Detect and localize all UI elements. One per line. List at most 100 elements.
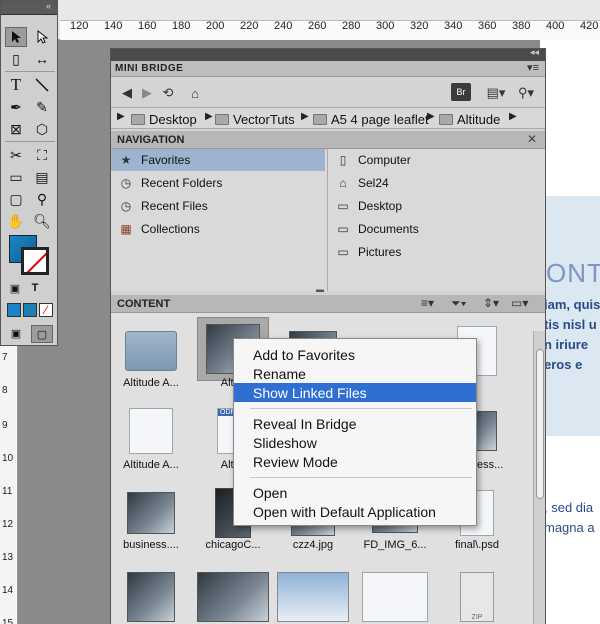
nav-item-documents[interactable]: ▭ Documents [328,218,545,240]
free-transform-tool[interactable]: ⛶ [31,145,53,165]
apply-none-swatch[interactable]: ⁄ [39,303,53,317]
go-to-bridge-button[interactable]: Br [451,83,471,101]
nav-item-desktop[interactable]: ▭ Desktop [328,195,545,217]
direct-selection-tool[interactable] [31,27,53,47]
panel-menu-icon[interactable]: ▾≡ [527,61,539,74]
stroke-swatch[interactable] [21,247,49,275]
close-icon[interactable]: ✕ [527,132,537,146]
thumbnail[interactable] [197,565,269,624]
gradient-tool[interactable]: ▭ [5,167,27,187]
formatting-text-button[interactable]: T [27,281,43,295]
normal-view-button[interactable]: ▣ [7,325,25,341]
selection-tool[interactable] [5,27,27,47]
menu-item-add-to-favorites[interactable]: Add to Favorites [234,345,476,364]
breadcrumb-item[interactable]: Altitude [439,111,500,127]
hand-icon: ✋ [7,212,25,229]
note-tool[interactable]: ▢ [5,189,27,209]
scissors-tool[interactable]: ✂ [5,145,27,165]
apply-color-button[interactable]: ▣ [7,281,23,295]
collapse-icon[interactable]: « [46,1,51,11]
menu-item-rename[interactable]: Rename [234,364,476,383]
ruler-label: 160 [138,20,157,32]
thumbnail[interactable] [115,565,187,624]
ruler-label: 120 [70,20,89,32]
filter-icon[interactable]: ⏷▾ [451,296,466,311]
back-button[interactable]: ◀ [119,83,135,103]
nav-item-recent-folders[interactable]: ◷ Recent Folders [111,172,325,194]
tools-menu-icon[interactable]: ▭▾ [511,296,528,310]
panel-view-button[interactable]: ▤▾ [483,83,509,103]
scrollbar-thumb[interactable] [536,349,544,499]
search-button[interactable]: ⚲▾ [513,83,539,103]
breadcrumb-item[interactable]: VectorTuts [215,111,295,127]
gap-tool[interactable]: ↔ [31,49,53,69]
transform-icon: ⛶ [37,146,47,163]
content-scrollbar[interactable] [533,331,545,624]
thumbnail[interactable] [115,319,187,383]
nav-item-favorites[interactable]: ★ Favorites [111,149,325,171]
line-tool[interactable] [31,75,53,95]
pen-tool[interactable]: ✒ [5,97,27,117]
menu-item-show-linked-files[interactable]: Show Linked Files [234,383,476,402]
forward-button[interactable]: ▶ [139,83,155,103]
menu-item-open[interactable]: Open [234,483,476,502]
eyedropper-tool[interactable]: ⚲ [31,189,53,209]
pencil-tool[interactable]: ✎ [31,97,53,117]
zoom-tool[interactable]: 🔍︎ [31,211,53,231]
resize-grip-icon[interactable]: ▬ [316,285,324,294]
zip-icon: ZIP [460,572,494,622]
thumbnail-label: czz4.jpg [292,539,334,551]
mini-bridge-panel[interactable]: ◂◂ MINI BRIDGE ▾≡ ◀ ▶ ⟲ ⌂ Br ▤▾ ⚲▾ ▶ Des… [110,47,546,624]
nav-item-collections[interactable]: ▦ Collections [111,218,325,240]
nav-item-recent-files[interactable]: ◷ Recent Files [111,195,325,217]
menu-separator [250,477,472,478]
ruler-label: 180 [172,20,191,32]
navigation-header[interactable]: NAVIGATION ✕ [111,131,545,149]
folder-icon [125,331,177,371]
view-options-icon[interactable]: ≡▾ [421,296,434,310]
photo-thumbnail [127,572,175,622]
ruler-label: 8 [2,385,8,396]
page-tool[interactable]: ▯ [5,49,27,69]
thumbnail[interactable] [115,399,187,463]
ruler-label: 7 [2,352,8,363]
thumbnail[interactable] [359,565,431,624]
thumbnail-label: final\.psd [454,539,500,551]
menu-item-review-mode[interactable]: Review Mode [234,452,476,471]
nav-item-user[interactable]: ⌂ Sel24 [328,172,545,194]
menu-item-slideshow[interactable]: Slideshow [234,433,476,452]
menu-item-reveal-in-bridge[interactable]: Reveal In Bridge [234,414,476,433]
document-page[interactable]: ONTO iam, quistis nisl un iriureeros e ,… [540,40,600,624]
apply-gradient-swatch[interactable] [23,303,37,317]
tools-panel[interactable]: « ▯ ↔ T ✒ ✎ ⊠ ⬡ ✂ ⛶ ▭ ▤ ▢ ⚲ ✋ 🔍︎ ▣ T ⁄ ▣… [0,0,58,346]
ruler-label: 140 [104,20,123,32]
navigation-right-list: ▯ Computer ⌂ Sel24 ▭ Desktop ▭ Documents ▭ Pi… [327,149,545,291]
thumbnail[interactable] [115,481,187,545]
breadcrumb-item[interactable]: Desktop [131,111,197,127]
recent-button[interactable]: ⟲ [157,83,179,103]
home-button[interactable]: ⌂ [185,83,205,103]
panel-grip[interactable]: ◂◂ [111,47,545,61]
nav-item-pictures[interactable]: ▭ Pictures [328,241,545,263]
thumbnail[interactable]: ZIP [441,565,513,624]
menu-item-open-with-default-application[interactable]: Open with Default Application [234,502,476,521]
bridge-icon: Br [456,87,466,97]
sort-icon[interactable]: ⇕▾ [483,296,499,310]
rectangle-frame-tool[interactable]: ⊠ [5,119,27,139]
type-tool[interactable]: T [5,75,27,95]
breadcrumb-separator-icon: ▶ [427,111,435,122]
thumbnail[interactable] [277,565,349,624]
hand-tool[interactable]: ✋ [5,211,27,231]
polygon-tool[interactable]: ⬡ [31,119,53,139]
breadcrumb-item[interactable]: A5 4 page leaflet [313,111,429,127]
collapse-icon[interactable]: ◂◂ [530,47,539,58]
content-header[interactable]: CONTENT ≡▾ ⏷▾ ⇕▾ ▭▾ [111,295,545,313]
tools-panel-titlebar[interactable]: « [1,1,57,15]
preview-mode-button[interactable]: ▢ [31,325,53,343]
mini-bridge-tab[interactable]: MINI BRIDGE ▾≡ [111,61,545,77]
gradient-feather-tool[interactable]: ▤ [31,167,53,187]
apply-color-swatch[interactable] [7,303,21,317]
folder-icon [215,113,229,125]
arrow-icon [12,31,21,43]
nav-item-computer[interactable]: ▯ Computer [328,149,545,171]
